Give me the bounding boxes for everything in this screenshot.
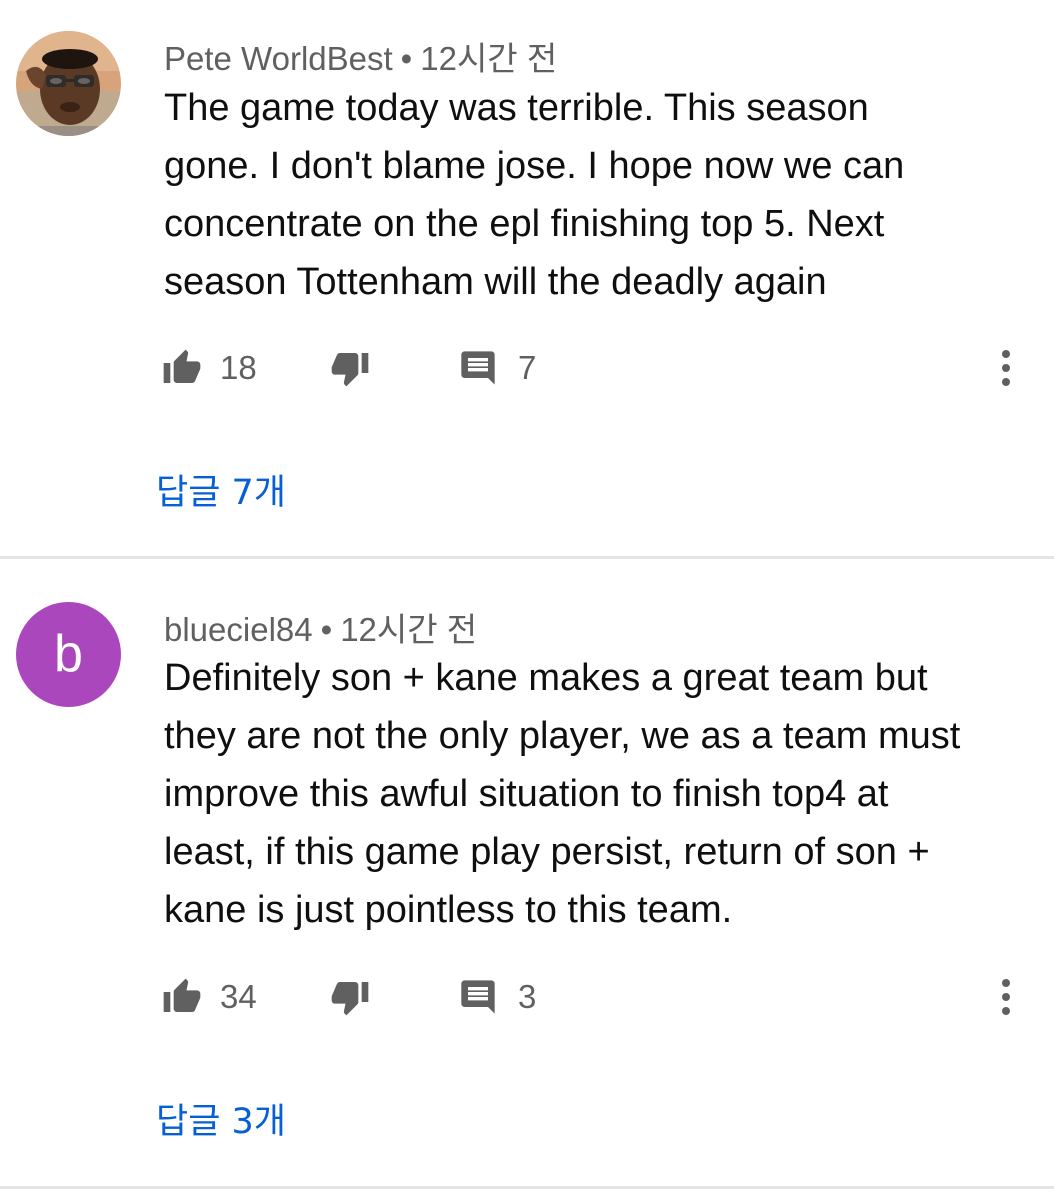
- avatar[interactable]: [16, 31, 121, 136]
- thumb-down-icon: [331, 353, 369, 387]
- thumb-up-icon: [163, 978, 201, 1012]
- more-vert-icon: [1002, 979, 1010, 1015]
- like-button[interactable]: 18: [162, 342, 257, 394]
- reply-count: 7: [518, 349, 537, 386]
- avatar-photo-icon: [16, 31, 121, 136]
- comment-item: b blueciel84 • 12시간 전 Definitely son + kan…: [0, 561, 1054, 1189]
- dislike-button[interactable]: [330, 971, 370, 1023]
- author-name[interactable]: blueciel84: [164, 611, 313, 648]
- comment-time: 12시간 전: [340, 611, 478, 648]
- like-count: 18: [220, 349, 257, 386]
- comment-icon: [461, 980, 495, 1014]
- reply-button[interactable]: 7: [458, 342, 536, 394]
- like-button[interactable]: 34: [162, 971, 257, 1023]
- like-count: 34: [220, 978, 257, 1015]
- meta-separator: •: [400, 40, 413, 77]
- comment-text: Definitely son + kane makes a great team…: [164, 657, 961, 931]
- comment-actions: 18 7: [160, 342, 1030, 394]
- dislike-button[interactable]: [330, 342, 370, 394]
- comment-meta: blueciel84 • 12시간 전: [164, 603, 477, 651]
- thumb-up-icon: [163, 349, 201, 383]
- view-replies-link[interactable]: 답글 3개: [156, 1093, 286, 1144]
- view-replies-link[interactable]: 답글 7개: [156, 464, 286, 515]
- comment-text: The game today was terrible. This season…: [164, 87, 905, 303]
- comment-actions: 34 3: [160, 971, 1030, 1023]
- thumb-down-icon: [331, 982, 369, 1016]
- author-name[interactable]: Pete WorldBest: [164, 40, 393, 77]
- comment-meta: Pete WorldBest • 12시간 전: [164, 32, 557, 80]
- more-vert-icon: [1002, 350, 1010, 386]
- divider: [0, 1186, 1054, 1189]
- reply-count: 3: [518, 978, 537, 1015]
- avatar[interactable]: b: [16, 602, 121, 707]
- reply-button[interactable]: 3: [458, 971, 536, 1023]
- more-options-button[interactable]: [996, 971, 1016, 1023]
- comment-time: 12시간 전: [420, 40, 558, 77]
- more-options-button[interactable]: [996, 342, 1016, 394]
- meta-separator: •: [320, 611, 333, 648]
- avatar-letter: b: [54, 625, 83, 683]
- comment-item: Pete WorldBest • 12시간 전 The game today was…: [0, 0, 1054, 558]
- divider: [0, 556, 1054, 559]
- comment-icon: [461, 351, 495, 385]
